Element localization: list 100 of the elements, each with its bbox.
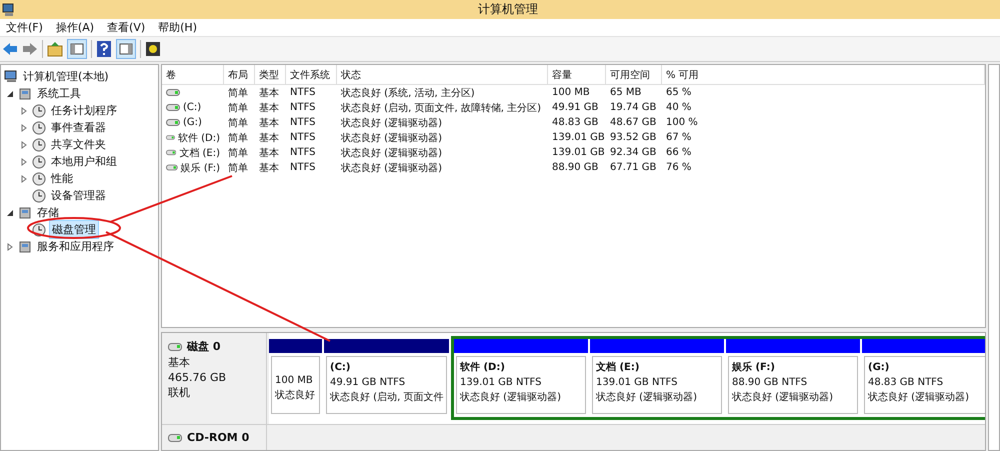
drive-icon — [168, 342, 182, 350]
table-cell: 92.34 GB — [610, 147, 656, 158]
disk-detail: 基本 — [168, 355, 191, 370]
tree-item[interactable]: 设备管理器 — [49, 187, 108, 204]
table-cell-text: 状态良好 (逻辑驱动器) — [341, 146, 442, 160]
expand-icon[interactable] — [6, 242, 14, 250]
table-cell-text: 软件 (D:) — [178, 132, 220, 144]
table-cell-text: 状态良好 (逻辑驱动器) — [341, 116, 442, 130]
tree-item[interactable]: 事件查看器 — [49, 119, 108, 136]
tree-item[interactable]: 本地用户和组 — [49, 153, 119, 170]
partition-name: (G:) — [868, 361, 890, 375]
disk-name: 磁盘 0 — [187, 339, 220, 354]
table-cell-text: 简单 — [228, 132, 248, 144]
table-cell: 48.67 GB — [610, 117, 656, 128]
drive-icon — [168, 434, 182, 442]
partition-status: 状态良好 (逻辑驱动器) — [596, 390, 698, 405]
table-cell: 40 % — [666, 102, 692, 113]
disk-name: CD-ROM 0 — [187, 431, 250, 444]
drive-icon — [166, 149, 176, 156]
tree-item[interactable]: 计算机管理(本地) — [21, 68, 111, 85]
menu-item[interactable]: 帮助(H) — [152, 20, 204, 35]
table-cell: NTFS — [290, 162, 316, 173]
tree-item[interactable]: 服务和应用程序 — [35, 238, 116, 255]
partition-status: 状态良好 (启动, 页面文件 — [330, 390, 444, 405]
table-cell: 49.91 GB — [552, 102, 598, 113]
menu-item[interactable]: 操作(A) — [50, 20, 102, 35]
window-title: 计算机管理 — [477, 1, 539, 18]
table-cell: NTFS — [290, 87, 316, 98]
menu-item[interactable]: 文件(F) — [0, 20, 50, 35]
table-cell-text: 基本 — [259, 146, 279, 160]
expand-icon[interactable] — [20, 124, 28, 132]
partition-name: (C:) — [330, 361, 352, 375]
partition-size: 88.90 GB NTFS — [732, 376, 808, 390]
expand-icon[interactable] — [20, 106, 28, 114]
table-cell: 139.01 GB — [552, 147, 605, 158]
table-cell: (C:) — [183, 102, 202, 113]
tree-item[interactable]: 任务计划程序 — [49, 102, 119, 119]
computer-icon — [4, 70, 18, 83]
table-cell: NTFS — [290, 117, 316, 128]
table-cell: NTFS — [290, 132, 316, 143]
column-header[interactable]: 文件系统 — [286, 65, 337, 85]
expand-icon[interactable] — [20, 158, 28, 166]
table-cell-text: 状态良好 (逻辑驱动器) — [341, 132, 442, 144]
partition-size: 139.01 GB NTFS — [596, 376, 678, 390]
tree-item[interactable]: 系统工具 — [35, 85, 83, 102]
column-header[interactable]: 状态 — [337, 65, 548, 85]
table-cell-text: 简单 — [228, 146, 248, 160]
table-cell-text: 基本 — [259, 86, 279, 100]
computer-icon — [2, 2, 16, 16]
table-cell-text: 状态良好 (启动, 页面文件, 故障转储, 主分区) — [341, 102, 542, 114]
table-cell: NTFS — [290, 147, 316, 158]
table-cell-text: 文档 (E:) — [179, 146, 220, 160]
column-header[interactable]: 类型 — [255, 65, 286, 85]
column-header[interactable]: 卷 — [162, 65, 224, 85]
column-header[interactable]: 可用空间 — [606, 65, 662, 85]
collapse-icon[interactable] — [6, 90, 14, 98]
back-icon[interactable] — [2, 42, 18, 56]
table-cell: (G:) — [183, 117, 202, 128]
table-cell: 88.90 GB — [552, 162, 598, 173]
table-cell-text: 基本 — [259, 102, 279, 114]
disk-detail: 联机 — [168, 385, 191, 400]
column-header[interactable]: % 可用 — [662, 65, 985, 85]
tree-item[interactable]: 性能 — [49, 170, 75, 187]
partition-status: 状态良好 (逻辑驱动器) — [732, 390, 834, 405]
table-cell-text: 基本 — [259, 116, 279, 130]
help-icon[interactable] — [96, 40, 112, 58]
partition-name: 文档 (E:) — [596, 360, 640, 375]
partition-status: 状态良好 — [275, 388, 316, 403]
column-header[interactable]: 容量 — [548, 65, 606, 85]
column-header[interactable]: 布局 — [224, 65, 255, 85]
table-cell: 76 % — [666, 162, 692, 173]
console-tree-icon[interactable] — [67, 39, 87, 59]
folder-up-icon[interactable] — [47, 41, 63, 57]
menu-item[interactable]: 查看(V) — [101, 20, 152, 35]
table-cell: 66 % — [666, 147, 692, 158]
table-cell: 100 % — [666, 117, 698, 128]
tree-item[interactable]: 共享文件夹 — [49, 136, 108, 153]
table-cell: 65 MB — [610, 87, 642, 98]
table-cell-text: 简单 — [228, 102, 248, 114]
table-cell: 100 MB — [552, 87, 590, 98]
table-cell: 19.74 GB — [610, 102, 656, 113]
partition-header-bar — [269, 339, 322, 353]
collapse-icon[interactable] — [6, 208, 14, 216]
action-pane-icon[interactable] — [116, 39, 136, 59]
partition-status: 状态良好 (逻辑驱动器) — [868, 390, 970, 405]
tree-item[interactable]: 存储 — [35, 204, 61, 221]
table-cell-text: 状态良好 (系统, 活动, 主分区) — [341, 86, 475, 100]
partition-name: 软件 (D:) — [460, 360, 506, 375]
table-cell-text: 简单 — [228, 86, 248, 100]
table-cell-text: 简单 — [228, 116, 248, 130]
disk-detail: 465.76 GB — [168, 371, 228, 384]
drive-icon — [166, 89, 180, 96]
properties-icon[interactable] — [145, 41, 161, 57]
expand-icon[interactable] — [20, 174, 28, 182]
table-cell: 65 % — [666, 87, 692, 98]
expand-icon[interactable] — [20, 140, 28, 148]
table-cell-text: 状态良好 (逻辑驱动器) — [341, 162, 442, 174]
table-cell-text: 简单 — [228, 162, 248, 174]
table-cell: 139.01 GB — [552, 132, 605, 143]
forward-icon[interactable] — [22, 42, 38, 56]
